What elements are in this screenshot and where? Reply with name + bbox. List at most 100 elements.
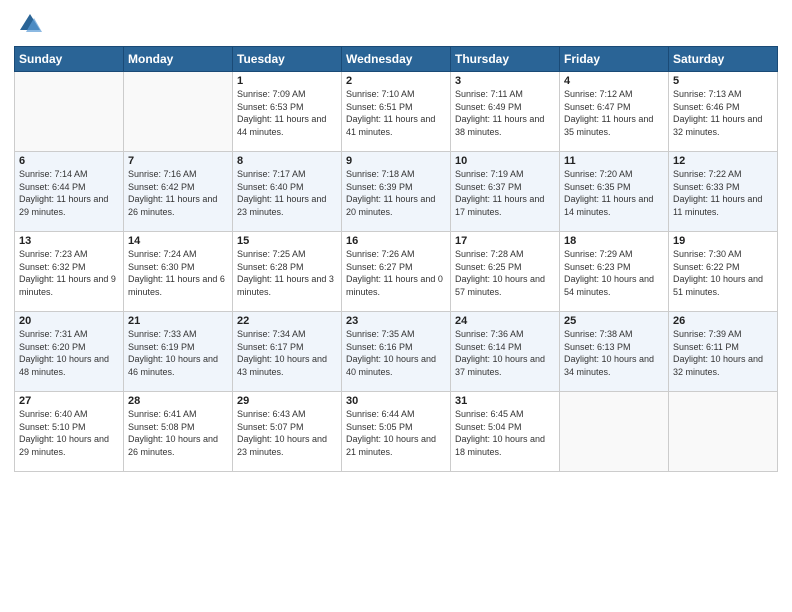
day-info: Sunrise: 7:33 AMSunset: 6:19 PMDaylight:… [128, 328, 228, 378]
day-number: 6 [19, 155, 119, 167]
calendar-cell: 19Sunrise: 7:30 AMSunset: 6:22 PMDayligh… [669, 232, 778, 312]
calendar-cell: 12Sunrise: 7:22 AMSunset: 6:33 PMDayligh… [669, 152, 778, 232]
calendar-cell [560, 392, 669, 472]
day-info: Sunrise: 7:11 AMSunset: 6:49 PMDaylight:… [455, 88, 555, 138]
day-info: Sunrise: 6:44 AMSunset: 5:05 PMDaylight:… [346, 408, 446, 458]
day-info: Sunrise: 7:19 AMSunset: 6:37 PMDaylight:… [455, 168, 555, 218]
calendar-cell: 22Sunrise: 7:34 AMSunset: 6:17 PMDayligh… [233, 312, 342, 392]
day-number: 17 [455, 235, 555, 247]
day-number: 5 [673, 75, 773, 87]
calendar-cell: 8Sunrise: 7:17 AMSunset: 6:40 PMDaylight… [233, 152, 342, 232]
week-row-1: 1Sunrise: 7:09 AMSunset: 6:53 PMDaylight… [15, 72, 778, 152]
header [14, 10, 778, 38]
day-info: Sunrise: 7:14 AMSunset: 6:44 PMDaylight:… [19, 168, 119, 218]
day-info: Sunrise: 6:40 AMSunset: 5:10 PMDaylight:… [19, 408, 119, 458]
day-number: 1 [237, 75, 337, 87]
weekday-header-row: SundayMondayTuesdayWednesdayThursdayFrid… [15, 47, 778, 72]
calendar-cell: 28Sunrise: 6:41 AMSunset: 5:08 PMDayligh… [124, 392, 233, 472]
day-number: 26 [673, 315, 773, 327]
page: SundayMondayTuesdayWednesdayThursdayFrid… [0, 0, 792, 612]
day-info: Sunrise: 7:09 AMSunset: 6:53 PMDaylight:… [237, 88, 337, 138]
calendar-cell: 20Sunrise: 7:31 AMSunset: 6:20 PMDayligh… [15, 312, 124, 392]
day-number: 20 [19, 315, 119, 327]
weekday-header-sunday: Sunday [15, 47, 124, 72]
calendar-cell: 27Sunrise: 6:40 AMSunset: 5:10 PMDayligh… [15, 392, 124, 472]
day-number: 29 [237, 395, 337, 407]
day-info: Sunrise: 7:16 AMSunset: 6:42 PMDaylight:… [128, 168, 228, 218]
day-number: 12 [673, 155, 773, 167]
day-info: Sunrise: 6:41 AMSunset: 5:08 PMDaylight:… [128, 408, 228, 458]
calendar-cell: 1Sunrise: 7:09 AMSunset: 6:53 PMDaylight… [233, 72, 342, 152]
day-number: 22 [237, 315, 337, 327]
calendar-cell: 15Sunrise: 7:25 AMSunset: 6:28 PMDayligh… [233, 232, 342, 312]
day-number: 9 [346, 155, 446, 167]
calendar-cell: 24Sunrise: 7:36 AMSunset: 6:14 PMDayligh… [451, 312, 560, 392]
day-info: Sunrise: 7:29 AMSunset: 6:23 PMDaylight:… [564, 248, 664, 298]
day-info: Sunrise: 7:35 AMSunset: 6:16 PMDaylight:… [346, 328, 446, 378]
calendar-cell: 6Sunrise: 7:14 AMSunset: 6:44 PMDaylight… [15, 152, 124, 232]
calendar-cell: 4Sunrise: 7:12 AMSunset: 6:47 PMDaylight… [560, 72, 669, 152]
day-info: Sunrise: 6:43 AMSunset: 5:07 PMDaylight:… [237, 408, 337, 458]
calendar-cell: 30Sunrise: 6:44 AMSunset: 5:05 PMDayligh… [342, 392, 451, 472]
calendar-cell: 14Sunrise: 7:24 AMSunset: 6:30 PMDayligh… [124, 232, 233, 312]
calendar-cell: 9Sunrise: 7:18 AMSunset: 6:39 PMDaylight… [342, 152, 451, 232]
day-info: Sunrise: 7:39 AMSunset: 6:11 PMDaylight:… [673, 328, 773, 378]
day-number: 4 [564, 75, 664, 87]
day-info: Sunrise: 7:20 AMSunset: 6:35 PMDaylight:… [564, 168, 664, 218]
calendar-cell: 2Sunrise: 7:10 AMSunset: 6:51 PMDaylight… [342, 72, 451, 152]
weekday-header-thursday: Thursday [451, 47, 560, 72]
day-number: 21 [128, 315, 228, 327]
day-info: Sunrise: 7:26 AMSunset: 6:27 PMDaylight:… [346, 248, 446, 298]
calendar-cell: 25Sunrise: 7:38 AMSunset: 6:13 PMDayligh… [560, 312, 669, 392]
day-number: 18 [564, 235, 664, 247]
day-info: Sunrise: 7:38 AMSunset: 6:13 PMDaylight:… [564, 328, 664, 378]
day-number: 23 [346, 315, 446, 327]
day-number: 10 [455, 155, 555, 167]
day-number: 15 [237, 235, 337, 247]
day-number: 8 [237, 155, 337, 167]
day-number: 11 [564, 155, 664, 167]
day-info: Sunrise: 7:36 AMSunset: 6:14 PMDaylight:… [455, 328, 555, 378]
day-number: 3 [455, 75, 555, 87]
week-row-3: 13Sunrise: 7:23 AMSunset: 6:32 PMDayligh… [15, 232, 778, 312]
day-info: Sunrise: 7:23 AMSunset: 6:32 PMDaylight:… [19, 248, 119, 298]
day-number: 31 [455, 395, 555, 407]
day-info: Sunrise: 7:31 AMSunset: 6:20 PMDaylight:… [19, 328, 119, 378]
calendar-cell: 26Sunrise: 7:39 AMSunset: 6:11 PMDayligh… [669, 312, 778, 392]
calendar-cell [15, 72, 124, 152]
weekday-header-monday: Monday [124, 47, 233, 72]
day-info: Sunrise: 7:12 AMSunset: 6:47 PMDaylight:… [564, 88, 664, 138]
calendar-cell [124, 72, 233, 152]
calendar-cell: 23Sunrise: 7:35 AMSunset: 6:16 PMDayligh… [342, 312, 451, 392]
calendar-cell: 21Sunrise: 7:33 AMSunset: 6:19 PMDayligh… [124, 312, 233, 392]
calendar-cell: 3Sunrise: 7:11 AMSunset: 6:49 PMDaylight… [451, 72, 560, 152]
weekday-header-friday: Friday [560, 47, 669, 72]
day-info: Sunrise: 7:17 AMSunset: 6:40 PMDaylight:… [237, 168, 337, 218]
day-info: Sunrise: 7:34 AMSunset: 6:17 PMDaylight:… [237, 328, 337, 378]
calendar-cell: 31Sunrise: 6:45 AMSunset: 5:04 PMDayligh… [451, 392, 560, 472]
day-number: 16 [346, 235, 446, 247]
day-number: 13 [19, 235, 119, 247]
day-number: 24 [455, 315, 555, 327]
calendar-cell: 5Sunrise: 7:13 AMSunset: 6:46 PMDaylight… [669, 72, 778, 152]
calendar-cell: 18Sunrise: 7:29 AMSunset: 6:23 PMDayligh… [560, 232, 669, 312]
day-number: 27 [19, 395, 119, 407]
day-info: Sunrise: 7:13 AMSunset: 6:46 PMDaylight:… [673, 88, 773, 138]
day-number: 2 [346, 75, 446, 87]
day-number: 30 [346, 395, 446, 407]
day-number: 14 [128, 235, 228, 247]
weekday-header-saturday: Saturday [669, 47, 778, 72]
day-info: Sunrise: 7:24 AMSunset: 6:30 PMDaylight:… [128, 248, 228, 298]
calendar-cell: 7Sunrise: 7:16 AMSunset: 6:42 PMDaylight… [124, 152, 233, 232]
calendar-cell: 10Sunrise: 7:19 AMSunset: 6:37 PMDayligh… [451, 152, 560, 232]
day-info: Sunrise: 7:10 AMSunset: 6:51 PMDaylight:… [346, 88, 446, 138]
calendar-cell: 11Sunrise: 7:20 AMSunset: 6:35 PMDayligh… [560, 152, 669, 232]
weekday-header-wednesday: Wednesday [342, 47, 451, 72]
day-number: 7 [128, 155, 228, 167]
day-info: Sunrise: 6:45 AMSunset: 5:04 PMDaylight:… [455, 408, 555, 458]
day-info: Sunrise: 7:30 AMSunset: 6:22 PMDaylight:… [673, 248, 773, 298]
logo [14, 10, 44, 38]
weekday-header-tuesday: Tuesday [233, 47, 342, 72]
week-row-2: 6Sunrise: 7:14 AMSunset: 6:44 PMDaylight… [15, 152, 778, 232]
calendar-cell: 16Sunrise: 7:26 AMSunset: 6:27 PMDayligh… [342, 232, 451, 312]
